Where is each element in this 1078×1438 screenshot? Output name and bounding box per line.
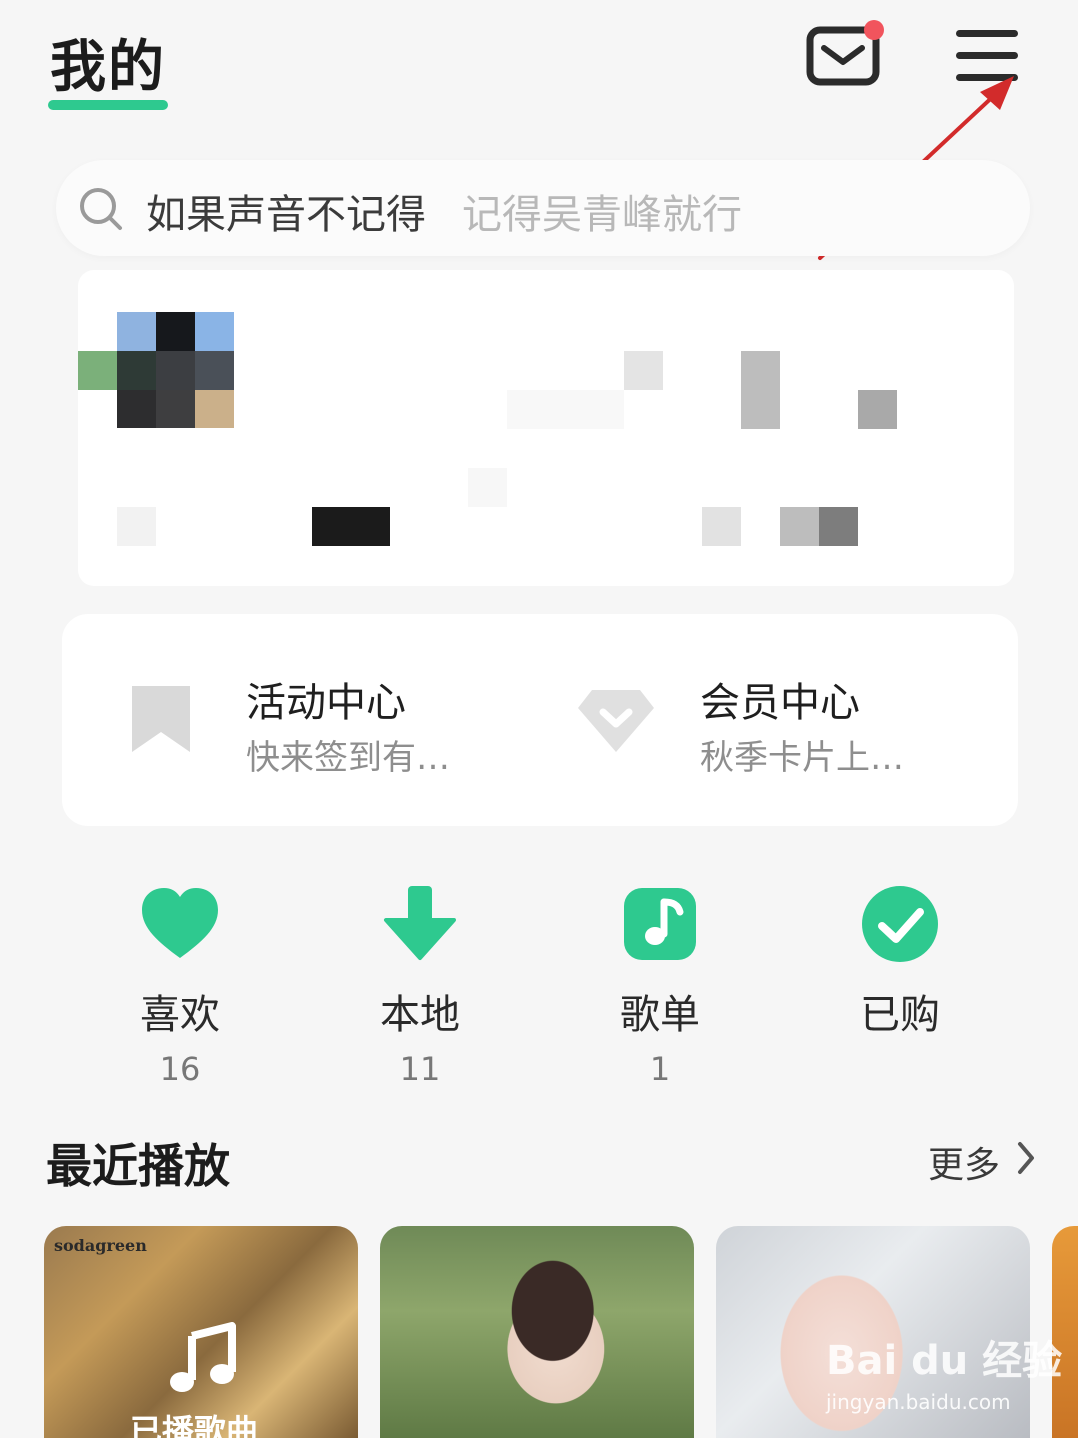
menu-line bbox=[956, 52, 1018, 59]
music-note-icon bbox=[170, 1322, 236, 1392]
baidu-watermark: Bai du 经验 bbox=[826, 1338, 1063, 1384]
search-icon bbox=[80, 188, 122, 230]
baidu-watermark-url: jingyan.baidu.com bbox=[826, 1390, 1011, 1414]
music-note-icon bbox=[624, 888, 696, 960]
quick-action-playlist[interactable]: 歌单 1 bbox=[580, 882, 740, 1088]
menu-button[interactable] bbox=[956, 28, 1018, 86]
recent-card[interactable]: sodagreen 已播歌曲 bbox=[44, 1226, 358, 1438]
quick-action-label: 喜欢 bbox=[140, 992, 220, 1038]
quick-action-count: 1 bbox=[649, 1050, 671, 1088]
vip-center-subtitle: 秋季卡片上… bbox=[700, 738, 904, 778]
chevron-right-icon[interactable] bbox=[1014, 1138, 1038, 1178]
bookmark-icon bbox=[132, 686, 190, 752]
notification-dot bbox=[864, 20, 884, 40]
activity-center-title: 活动中心 bbox=[246, 680, 406, 726]
search-hint: 记得吴青峰就行 bbox=[462, 192, 742, 238]
quick-action-label: 歌单 bbox=[620, 992, 700, 1038]
vip-center-title: 会员中心 bbox=[700, 680, 860, 726]
quick-action-like[interactable]: 喜欢 16 bbox=[100, 882, 260, 1088]
more-link[interactable]: 更多 bbox=[928, 1136, 1000, 1188]
activity-center-subtitle: 快来签到有… bbox=[246, 738, 450, 778]
check-circle-icon bbox=[862, 886, 938, 962]
quick-action-local[interactable]: 本地 11 bbox=[340, 882, 500, 1088]
profile-card[interactable] bbox=[78, 270, 1014, 586]
menu-line bbox=[956, 30, 1018, 37]
album-brand: sodagreen bbox=[54, 1236, 147, 1255]
menu-line bbox=[956, 74, 1018, 81]
search-query: 如果声音不记得 bbox=[146, 192, 426, 238]
quick-action-purchased[interactable]: 已购 bbox=[820, 882, 980, 1050]
title-tab-indicator bbox=[48, 100, 168, 110]
quick-action-count: 11 bbox=[399, 1050, 441, 1088]
recent-card-label: 已播歌曲 bbox=[130, 1412, 259, 1438]
recent-card[interactable] bbox=[380, 1226, 694, 1438]
heart-icon bbox=[142, 888, 218, 958]
username-mosaic bbox=[78, 270, 1014, 586]
quick-action-label: 本地 bbox=[380, 992, 460, 1038]
quick-action-count: 16 bbox=[159, 1050, 201, 1088]
download-icon bbox=[384, 886, 456, 960]
recent-section-title: 最近播放 bbox=[46, 1139, 230, 1193]
quick-action-label: 已购 bbox=[860, 992, 940, 1038]
page-title: 我的 bbox=[50, 35, 166, 100]
diamond-icon bbox=[578, 690, 654, 752]
